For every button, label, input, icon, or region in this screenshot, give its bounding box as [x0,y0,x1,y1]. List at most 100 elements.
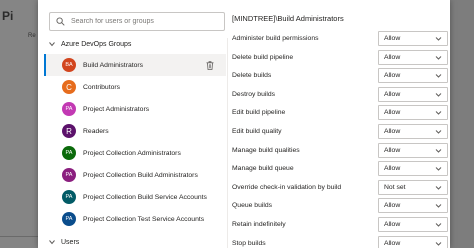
background-right-edge [450,0,474,248]
permission-value: Allow [384,109,401,117]
chevron-down-icon [435,36,442,42]
list-item-label: Project Administrators [83,105,150,113]
group-header-label: Users [61,238,80,246]
permission-label: Administer build permissions [232,35,319,42]
permission-value: Allow [384,146,401,154]
permissions-dialog: Azure DevOps Groups BA Build Administrator… [38,0,450,248]
group-header-azure-devops-groups[interactable]: Azure DevOps Groups [48,40,131,48]
avatar: C [62,80,76,94]
list-item[interactable]: PA Project Administrators [44,98,226,120]
permission-label: Edit build pipeline [232,109,286,117]
permission-row: Manage build queue Allow [232,161,450,178]
panel-divider [227,38,228,248]
permission-dropdown[interactable]: Allow [378,49,448,65]
permission-row: Override check-in validation by build Not… [232,179,450,197]
background-title: Pi [2,9,14,23]
group-header-label: Azure DevOps Groups [61,40,132,48]
chevron-down-icon [48,238,56,246]
permission-value: Allow [384,239,401,247]
permission-dropdown[interactable]: Allow [378,86,448,102]
permissions-title: [MINDTREE]\Build Administrators [232,14,344,23]
permission-dropdown[interactable]: Allow [378,31,448,46]
avatar: PA [62,102,76,116]
list-item[interactable]: BA Build Administrators [44,54,226,76]
permission-dropdown[interactable]: Allow [378,217,448,232]
list-item[interactable]: PA Project Collection Build Administrator… [44,164,226,186]
permission-label: Edit build quality [232,128,282,135]
avatar: PA [62,168,76,182]
permission-dropdown[interactable]: Allow [378,124,448,139]
chevron-down-icon [435,222,442,228]
permission-label: Delete build pipeline [232,53,294,61]
chevron-down-icon [48,40,56,48]
chevron-down-icon [435,185,442,191]
permission-dropdown[interactable]: Allow [378,105,448,121]
permission-row: Edit build pipeline Allow [232,105,450,122]
permission-label: Delete builds [232,72,272,80]
permission-dropdown[interactable]: Allow [378,68,448,84]
permission-value: Allow [384,53,401,61]
chevron-down-icon [435,92,442,98]
permission-value: Allow [384,128,401,135]
chevron-down-icon [435,110,442,116]
permission-label: Manage build queue [232,165,294,173]
list-item[interactable]: C Contributors [44,76,226,98]
permission-row: Edit build quality Allow [232,124,450,141]
permission-value: Allow [384,221,401,228]
avatar: PA [62,190,76,204]
permission-row: Delete builds Allow [232,68,450,85]
chevron-down-icon [435,148,442,154]
chevron-down-icon [435,129,442,135]
permission-dropdown[interactable]: Allow [378,142,448,158]
list-item-label: Build Administrators [83,61,144,69]
permission-row: Destroy builds Allow [232,86,450,104]
permission-label: Override check-in validation by build [232,183,342,191]
permission-row: Stop builds Allow [232,235,450,248]
chevron-down-icon [435,241,442,247]
identity-list: Azure DevOps Groups BA Build Administrator… [38,38,227,248]
avatar: PA [62,212,76,226]
search-box[interactable] [49,12,225,31]
list-item-label: Project Collection Administrators [83,149,181,157]
list-item-label: Project Collection Build Service Account… [83,193,207,201]
chevron-down-icon [435,203,442,209]
chevron-down-icon [435,73,442,79]
avatar: BA [62,58,76,72]
permission-value: Allow [384,202,401,210]
avatar: R [62,124,76,138]
permission-label: Stop builds [232,239,266,247]
group-header-users[interactable]: Users [48,238,79,246]
permission-row: Queue builds Allow [232,198,450,215]
permission-value: Allow [384,90,401,98]
list-item[interactable]: PA Project Collection Test Service Accoun… [44,208,226,230]
permission-dropdown[interactable]: Allow [378,198,448,214]
permission-value: Allow [384,35,401,42]
permission-row: Delete build pipeline Allow [232,49,450,67]
search-icon [56,17,65,26]
list-item-label: Project Collection Build Administrators [83,171,198,179]
list-item-label: Contributors [83,83,121,91]
permission-row: Administer build permissions Allow [232,31,450,48]
background-tab: Re [28,33,36,39]
avatar: PA [62,146,76,160]
chevron-down-icon [435,55,442,61]
permission-dropdown[interactable]: Allow [378,161,448,177]
list-item-label: Project Collection Test Service Accounts [83,215,205,223]
permission-label: Destroy builds [232,90,276,98]
permission-row: Manage build qualities Allow [232,142,450,160]
chevron-down-icon [435,166,442,172]
list-item-label: Readers [83,127,109,135]
permission-label: Queue builds [232,202,273,210]
permission-value: Allow [384,165,401,173]
trash-icon[interactable] [206,61,214,70]
permission-value: Allow [384,72,401,80]
list-item[interactable]: PA Project Collection Administrators [44,142,226,164]
permission-dropdown[interactable]: Allow [378,235,448,248]
search-input[interactable] [71,18,221,25]
permission-value: Not set [384,183,406,191]
list-item[interactable]: R Readers [44,120,226,142]
list-item[interactable]: PA Project Collection Build Service Accou… [44,186,226,208]
permission-row: Retain indefinitely Allow [232,217,450,234]
permission-dropdown[interactable]: Not set [378,179,448,195]
background-divider [0,236,40,237]
